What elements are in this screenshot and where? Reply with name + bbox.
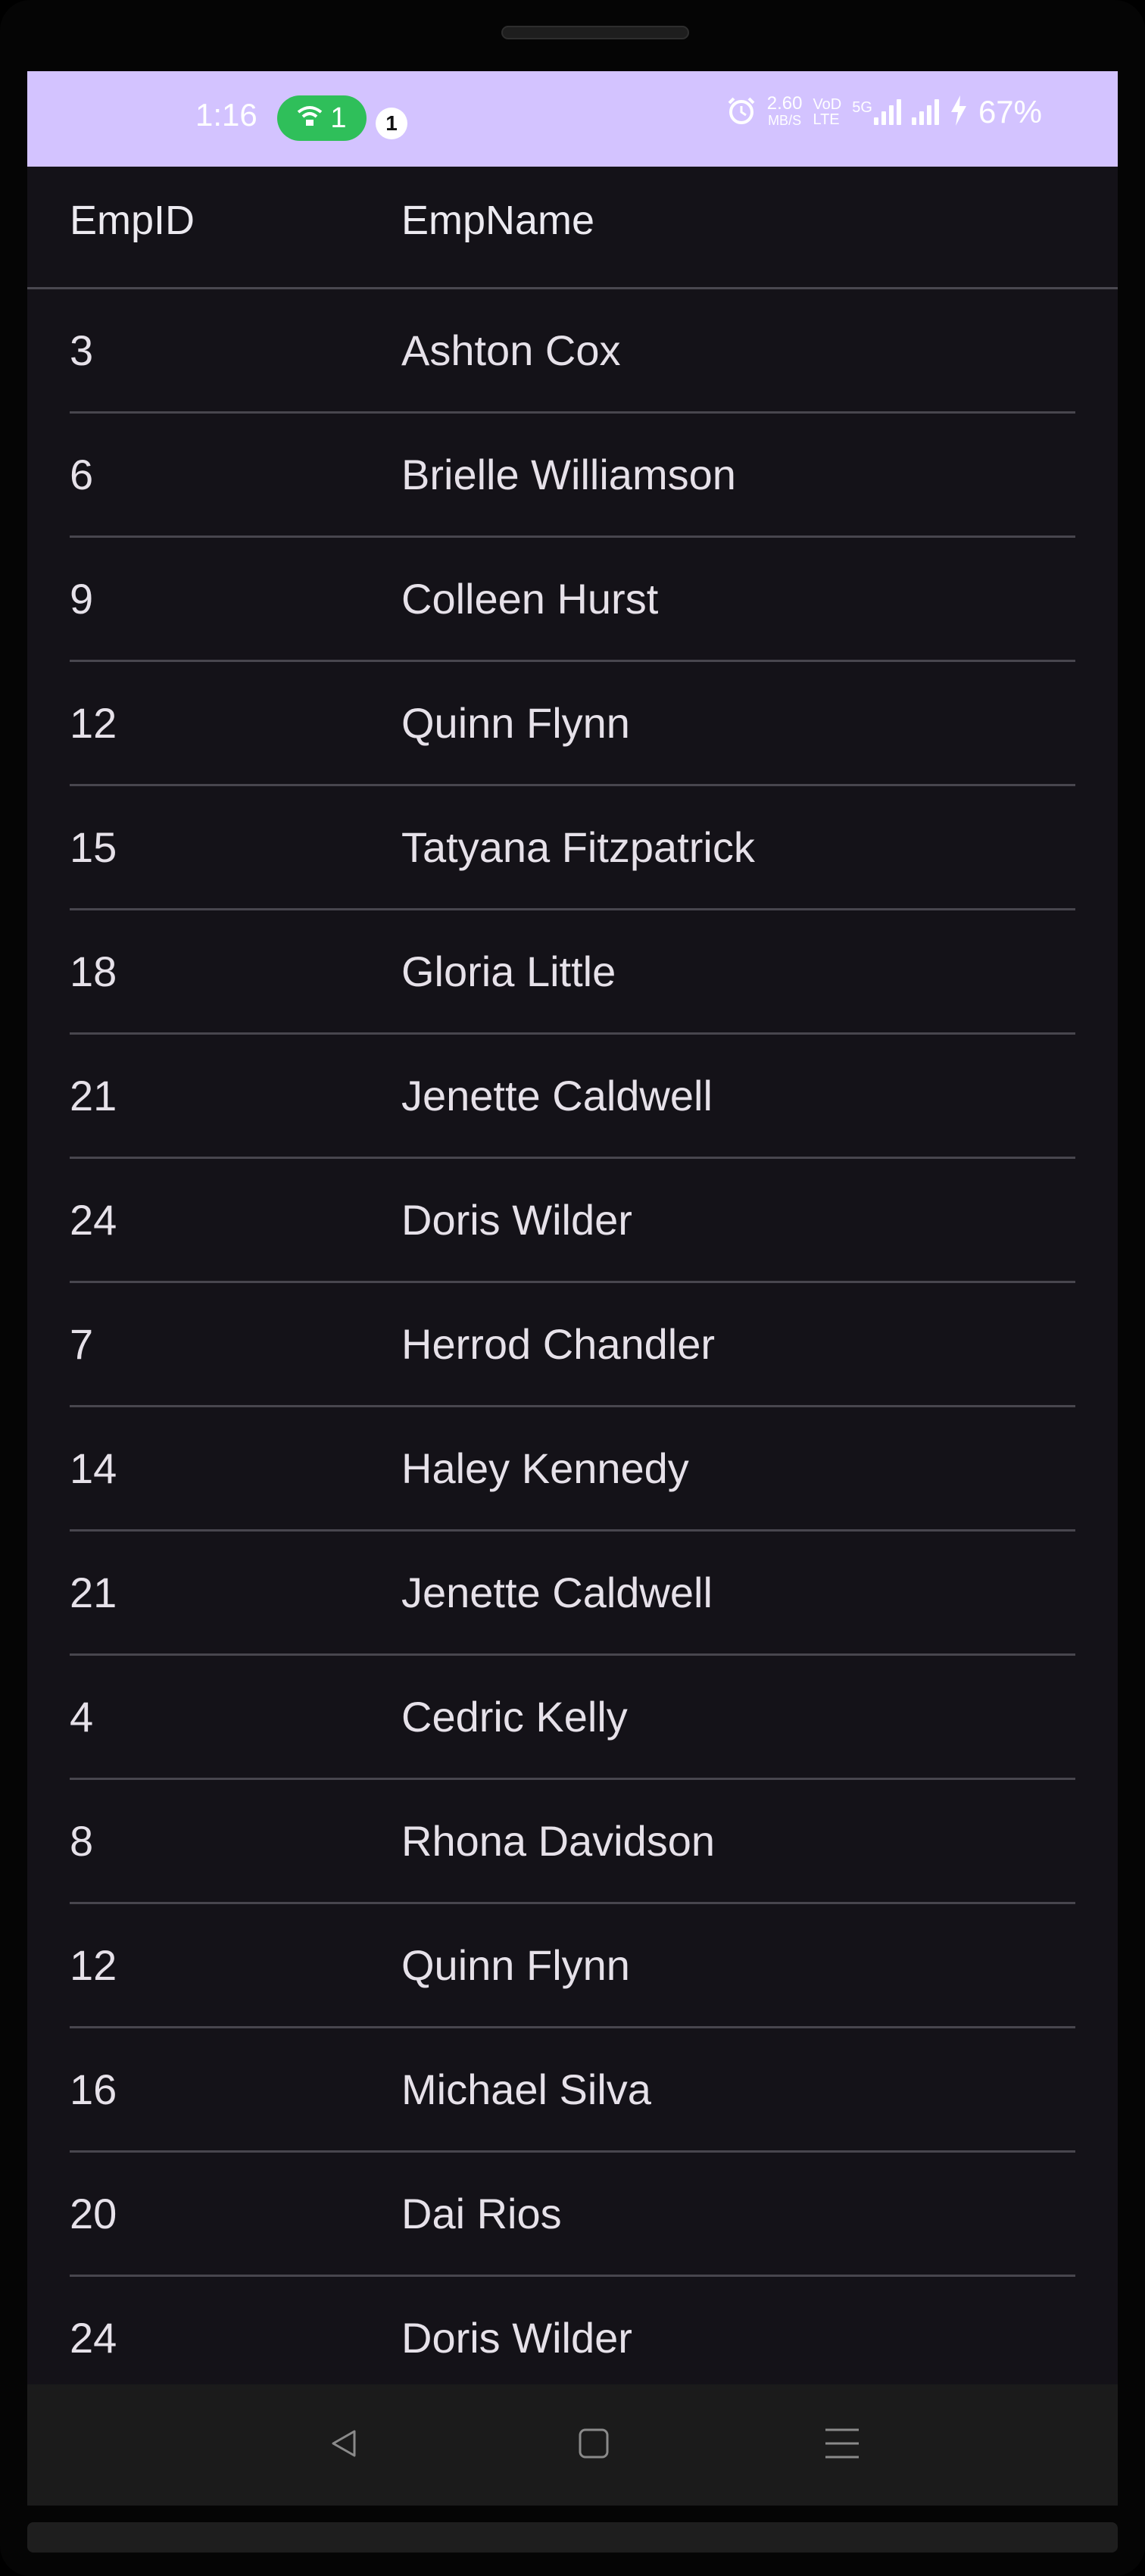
menu-icon bbox=[824, 2427, 860, 2464]
table-row[interactable]: 24 Doris Wilder bbox=[27, 2277, 1118, 2401]
table-row[interactable]: 18 Gloria Little bbox=[27, 910, 1118, 1035]
recents-button[interactable] bbox=[815, 2418, 869, 2472]
cell-empid: 15 bbox=[70, 823, 117, 871]
cell-empname: Michael Silva bbox=[401, 2065, 651, 2113]
net-speed-value: 2.60 bbox=[766, 93, 803, 114]
table-row[interactable]: 9 Colleen Hurst bbox=[27, 538, 1118, 662]
cell-empname: Colleen Hurst bbox=[401, 575, 659, 623]
table-row[interactable]: 7 Herrod Chandler bbox=[27, 1283, 1118, 1407]
cell-empname: Gloria Little bbox=[401, 948, 616, 995]
wifi-icon bbox=[297, 102, 323, 135]
cell-empid: 16 bbox=[70, 2065, 117, 2113]
column-header-empname[interactable]: EmpName bbox=[401, 197, 594, 244]
notification-badge: 1 bbox=[376, 108, 407, 139]
cell-empname: Brielle Williamson bbox=[401, 451, 736, 498]
status-bar: 1:16 1 1 2.60 MB/S VoD LTE 5G 67% bbox=[27, 71, 1118, 167]
net-speed-unit: MB/S bbox=[768, 113, 802, 128]
cell-empname: Jenette Caldwell bbox=[401, 1072, 713, 1119]
table-row[interactable]: 15 Tatyana Fitzpatrick bbox=[27, 786, 1118, 910]
cell-empname: Dai Rios bbox=[401, 2190, 562, 2237]
cell-empid: 18 bbox=[70, 948, 117, 995]
cell-empid: 14 bbox=[70, 1444, 117, 1492]
alarm-icon bbox=[726, 95, 757, 130]
table-row[interactable]: 3 Ashton Cox bbox=[27, 289, 1118, 414]
cell-empid: 7 bbox=[70, 1320, 94, 1368]
table-row[interactable]: 8 Rhona Davidson bbox=[27, 1780, 1118, 1904]
navigation-bar bbox=[27, 2384, 1118, 2506]
table-row[interactable]: 24 Doris Wilder bbox=[27, 1159, 1118, 1283]
column-header-empid[interactable]: EmpID bbox=[70, 197, 195, 244]
table-row[interactable]: 4 Cedric Kelly bbox=[27, 1656, 1118, 1780]
cell-empid: 21 bbox=[70, 1569, 117, 1616]
back-icon bbox=[327, 2427, 360, 2464]
volte-top: VoD bbox=[813, 96, 842, 113]
cell-empname: Quinn Flynn bbox=[401, 1941, 630, 1989]
cell-empid: 24 bbox=[70, 2314, 117, 2362]
signal-5g: 5G bbox=[852, 99, 901, 125]
device-bottom-edge bbox=[27, 2522, 1118, 2553]
table-row[interactable]: 6 Brielle Williamson bbox=[27, 414, 1118, 538]
cell-empname: Tatyana Fitzpatrick bbox=[401, 823, 755, 871]
cell-empid: 21 bbox=[70, 1072, 117, 1119]
status-icons: 2.60 MB/S VoD LTE 5G 67% bbox=[726, 94, 1042, 130]
cell-empid: 6 bbox=[70, 451, 94, 498]
signal-icon bbox=[873, 99, 901, 125]
cell-empid: 12 bbox=[70, 1941, 117, 1989]
screen: 1:16 1 1 2.60 MB/S VoD LTE 5G 67% EmpID … bbox=[27, 71, 1118, 2506]
cell-empid: 20 bbox=[70, 2190, 117, 2237]
cell-empid: 3 bbox=[70, 326, 94, 374]
table-header: EmpID EmpName bbox=[27, 167, 1118, 289]
table-row[interactable]: 20 Dai Rios bbox=[27, 2153, 1118, 2277]
wifi-count: 1 bbox=[330, 101, 347, 134]
cell-empname: Herrod Chandler bbox=[401, 1320, 715, 1368]
status-time: 1:16 bbox=[195, 97, 257, 133]
signal-icon-2 bbox=[911, 99, 939, 125]
home-button[interactable] bbox=[566, 2418, 621, 2472]
device-frame: 1:16 1 1 2.60 MB/S VoD LTE 5G 67% EmpID … bbox=[0, 0, 1145, 2576]
earpiece-speaker bbox=[501, 26, 689, 39]
cell-empname: Doris Wilder bbox=[401, 2314, 632, 2362]
cell-empname: Doris Wilder bbox=[401, 1196, 632, 1244]
net-speed: 2.60 MB/S bbox=[767, 95, 803, 129]
cell-empid: 9 bbox=[70, 575, 94, 623]
table-row[interactable]: 21 Jenette Caldwell bbox=[27, 1035, 1118, 1159]
volte-bottom: LTE bbox=[813, 111, 840, 128]
cell-empname: Quinn Flynn bbox=[401, 699, 630, 747]
table-body: 3 Ashton Cox 6 Brielle Williamson 9 Colleen… bbox=[27, 289, 1118, 2401]
table-row[interactable]: 12 Quinn Flynn bbox=[27, 1904, 1118, 2028]
table-row[interactable]: 12 Quinn Flynn bbox=[27, 662, 1118, 786]
cell-empname: Cedric Kelly bbox=[401, 1693, 628, 1741]
cell-empname: Haley Kennedy bbox=[401, 1444, 689, 1492]
table-row[interactable]: 16 Michael Silva bbox=[27, 2028, 1118, 2153]
cell-empid: 24 bbox=[70, 1196, 117, 1244]
back-button[interactable] bbox=[317, 2418, 371, 2472]
cell-empid: 4 bbox=[70, 1693, 94, 1741]
battery-percent: 67% bbox=[978, 94, 1042, 130]
network-type: 5G bbox=[852, 99, 872, 116]
table-row[interactable]: 14 Haley Kennedy bbox=[27, 1407, 1118, 1532]
home-icon bbox=[577, 2427, 610, 2464]
volte-indicator: VoD LTE bbox=[813, 97, 841, 127]
cell-empname: Jenette Caldwell bbox=[401, 1569, 713, 1616]
cell-empname: Rhona Davidson bbox=[401, 1817, 716, 1865]
table-row[interactable]: 21 Jenette Caldwell bbox=[27, 1532, 1118, 1656]
wifi-hotspot-pill[interactable]: 1 bbox=[277, 95, 367, 141]
cell-empid: 8 bbox=[70, 1817, 94, 1865]
charging-icon bbox=[950, 95, 968, 130]
cell-empid: 12 bbox=[70, 699, 117, 747]
cell-empname: Ashton Cox bbox=[401, 326, 621, 374]
